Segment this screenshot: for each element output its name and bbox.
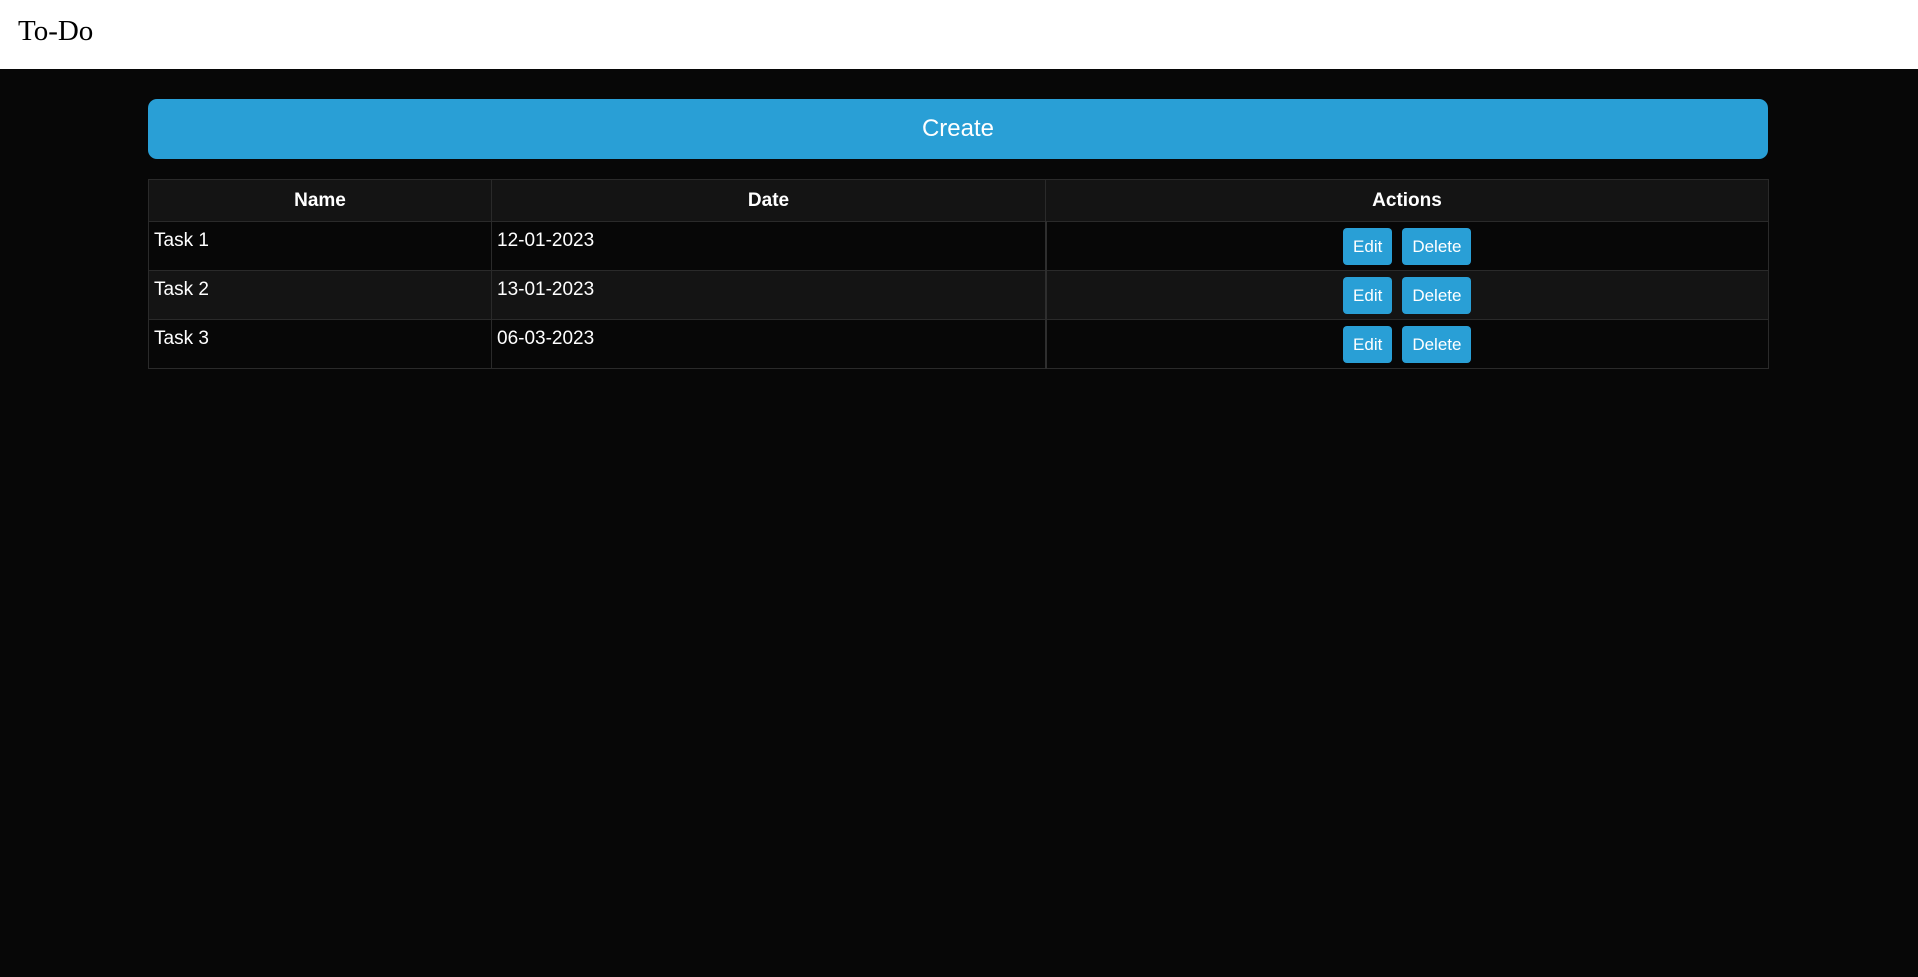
- table-row: Task 1 12-01-2023 Edit Delete: [148, 221, 1769, 271]
- task-date-cell: 06-03-2023: [491, 319, 1046, 369]
- top-header-bar: To-Do: [0, 0, 1918, 69]
- table-row: Task 3 06-03-2023 Edit Delete: [148, 319, 1769, 369]
- task-name-cell: Task 2: [148, 270, 492, 320]
- edit-button[interactable]: Edit: [1343, 325, 1393, 363]
- edit-button[interactable]: Edit: [1343, 227, 1393, 265]
- task-name-cell: Task 1: [148, 221, 492, 271]
- delete-button[interactable]: Delete: [1402, 227, 1472, 265]
- table-header-row: Name Date Actions: [148, 179, 1769, 222]
- task-date-cell: 12-01-2023: [491, 221, 1046, 271]
- edit-button[interactable]: Edit: [1343, 276, 1393, 314]
- task-actions-cell: Edit Delete: [1044, 270, 1769, 320]
- task-actions-cell: Edit Delete: [1044, 221, 1769, 271]
- delete-button[interactable]: Delete: [1402, 325, 1472, 363]
- task-actions-cell: Edit Delete: [1044, 319, 1769, 369]
- tasks-table: Name Date Actions Task 1 12-01-2023 Edit…: [148, 179, 1769, 369]
- app-title: To-Do: [18, 15, 94, 47]
- column-header-actions: Actions: [1045, 179, 1769, 222]
- delete-button[interactable]: Delete: [1402, 276, 1472, 314]
- table-row: Task 2 13-01-2023 Edit Delete: [148, 270, 1769, 320]
- column-header-name: Name: [148, 179, 492, 222]
- main-content: Create Name Date Actions Task 1 12-01-20…: [0, 69, 1918, 977]
- task-date-cell: 13-01-2023: [491, 270, 1046, 320]
- task-name-cell: Task 3: [148, 319, 492, 369]
- create-button[interactable]: Create: [148, 99, 1768, 159]
- column-header-date: Date: [491, 179, 1046, 222]
